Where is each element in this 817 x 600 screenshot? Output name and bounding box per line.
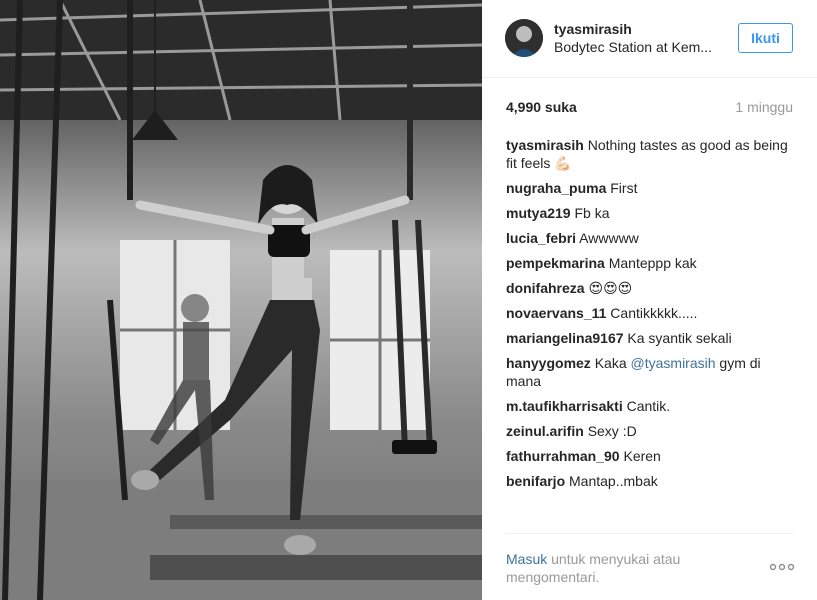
ellipsis-icon <box>769 563 795 571</box>
comment-username[interactable]: nugraha_puma <box>506 180 606 196</box>
comment-text: Fb ka <box>574 205 610 221</box>
comment-username[interactable]: benifarjo <box>506 473 565 489</box>
comment-text: Keren <box>623 448 661 464</box>
post-details-panel: tyasmirasih Bodytec Station at Kem... Ik… <box>482 0 817 600</box>
comment-item: novaervans_11 Cantikkkkk..... <box>506 304 796 322</box>
comment-username[interactable]: hanyygomez <box>506 355 591 371</box>
comment-text: Cantik. <box>626 398 671 414</box>
comment-item: mariangelina9167 Ka syantik sekali <box>506 329 796 347</box>
login-prompt: Masuk untuk menyukai atau mengomentari. <box>506 550 726 586</box>
post-footer: Masuk untuk menyukai atau mengomentari. <box>506 533 795 585</box>
photo-illustration <box>0 0 482 600</box>
comment-item: lucia_febri Awwwww <box>506 229 796 247</box>
follow-button[interactable]: Ikuti <box>738 23 793 53</box>
comment-username[interactable]: fathurrahman_90 <box>506 448 620 464</box>
comment-item: benifarjo Mantap..mbak <box>506 472 796 490</box>
comment-text: 😍😍😍 <box>588 280 633 296</box>
comment-item: pempekmarina Manteppp kak <box>506 254 796 272</box>
instagram-post-view: tyasmirasih Bodytec Station at Kem... Ik… <box>0 0 817 600</box>
comment-username[interactable]: novaervans_11 <box>506 305 606 321</box>
avatar[interactable] <box>505 19 543 57</box>
comment-item: hanyygomez Kaka @tyasmirasih gym di mana <box>506 354 796 390</box>
post-time[interactable]: 1 minggu <box>735 99 793 115</box>
comment-item: mutya219 Fb ka <box>506 204 796 222</box>
comment-list: tyasmirasih Nothing tastes as good as be… <box>506 136 796 497</box>
comment-username[interactable]: lucia_febri <box>506 230 576 246</box>
comment-item: donifahreza 😍😍😍 <box>506 279 796 297</box>
comment-text: Mantap..mbak <box>569 473 658 489</box>
comment-username[interactable]: m.taufikharrisakti <box>506 398 623 414</box>
login-link[interactable]: Masuk <box>506 551 547 567</box>
comment-username[interactable]: zeinul.arifin <box>506 423 584 439</box>
post-location[interactable]: Bodytec Station at Kem... <box>554 39 712 55</box>
comment-username[interactable]: mariangelina9167 <box>506 330 624 346</box>
comment-username[interactable]: pempekmarina <box>506 255 605 271</box>
post-photo[interactable] <box>0 0 482 600</box>
comment-text: Kaka <box>594 355 631 371</box>
more-options-icon[interactable] <box>769 558 795 576</box>
comment-mention[interactable]: @tyasmirasih <box>631 355 716 371</box>
comment-item: m.taufikharrisakti Cantik. <box>506 397 796 415</box>
comment-text: Cantikkkkk..... <box>610 305 698 321</box>
comment-text: Ka syantik sekali <box>627 330 732 346</box>
avatar-image <box>505 19 543 57</box>
comment-username[interactable]: tyasmirasih <box>506 137 584 153</box>
like-count[interactable]: 4,990 suka <box>506 99 577 115</box>
post-username[interactable]: tyasmirasih <box>554 21 632 37</box>
comment-item: tyasmirasih Nothing tastes as good as be… <box>506 136 796 172</box>
comment-text: Sexy :D <box>587 423 637 439</box>
comment-username[interactable]: mutya219 <box>506 205 571 221</box>
comment-text: Manteppp kak <box>608 255 697 271</box>
comment-text: Awwwww <box>579 230 639 246</box>
comment-item: nugraha_puma First <box>506 179 796 197</box>
comment-text: First <box>610 180 638 196</box>
comment-item: zeinul.arifin Sexy :D <box>506 422 796 440</box>
comment-item: fathurrahman_90 Keren <box>506 447 796 465</box>
comment-username[interactable]: donifahreza <box>506 280 585 296</box>
post-header: tyasmirasih Bodytec Station at Kem... Ik… <box>482 0 817 78</box>
